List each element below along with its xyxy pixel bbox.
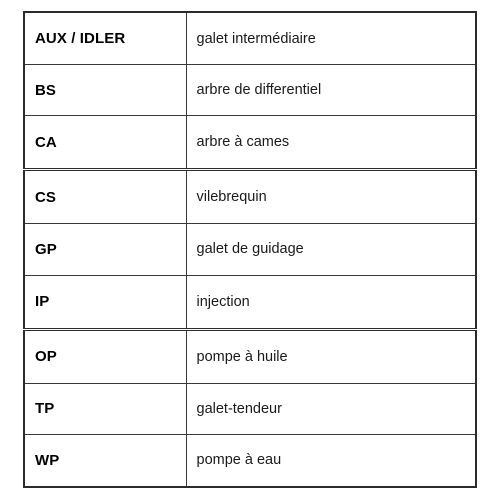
row-label-op: pompe à huile	[185, 328, 477, 384]
glossary-table-container: AUX / IDLER galet intermédiaire BS arbre…	[23, 11, 477, 488]
row-code-tp: TP	[23, 382, 187, 435]
table-row: OP pompe à huile	[23, 328, 477, 384]
row-code-op: OP	[23, 328, 187, 384]
row-label-aux-idler: galet intermédiaire	[185, 11, 477, 66]
row-label-ca: arbre à cames	[185, 115, 477, 172]
table-row: CA arbre à cames	[23, 115, 477, 172]
row-code-wp: WP	[23, 433, 187, 488]
row-label-bs: arbre de differentiel	[185, 64, 477, 117]
row-label-cs: vilebrequin	[185, 169, 477, 225]
glossary-table-body: AUX / IDLER galet intermédiaire BS arbre…	[23, 11, 477, 488]
row-code-cs: CS	[23, 169, 187, 225]
table-row: TP galet-tendeur	[23, 382, 477, 435]
glossary-table: AUX / IDLER galet intermédiaire BS arbre…	[23, 11, 477, 488]
table-row: WP pompe à eau	[23, 433, 477, 488]
row-code-ip: IP	[23, 274, 187, 331]
table-row: IP injection	[23, 274, 477, 331]
row-label-wp: pompe à eau	[185, 433, 477, 488]
row-code-ca: CA	[23, 115, 187, 172]
table-row: CS vilebrequin	[23, 169, 477, 225]
row-code-bs: BS	[23, 64, 187, 117]
row-code-gp: GP	[23, 223, 187, 276]
row-code-aux-idler: AUX / IDLER	[23, 11, 187, 66]
row-label-gp: galet de guidage	[185, 223, 477, 276]
table-row: BS arbre de differentiel	[23, 64, 477, 117]
table-row: GP galet de guidage	[23, 223, 477, 276]
row-label-tp: galet-tendeur	[185, 382, 477, 435]
table-row: AUX / IDLER galet intermédiaire	[23, 11, 477, 66]
row-label-ip: injection	[185, 274, 477, 331]
